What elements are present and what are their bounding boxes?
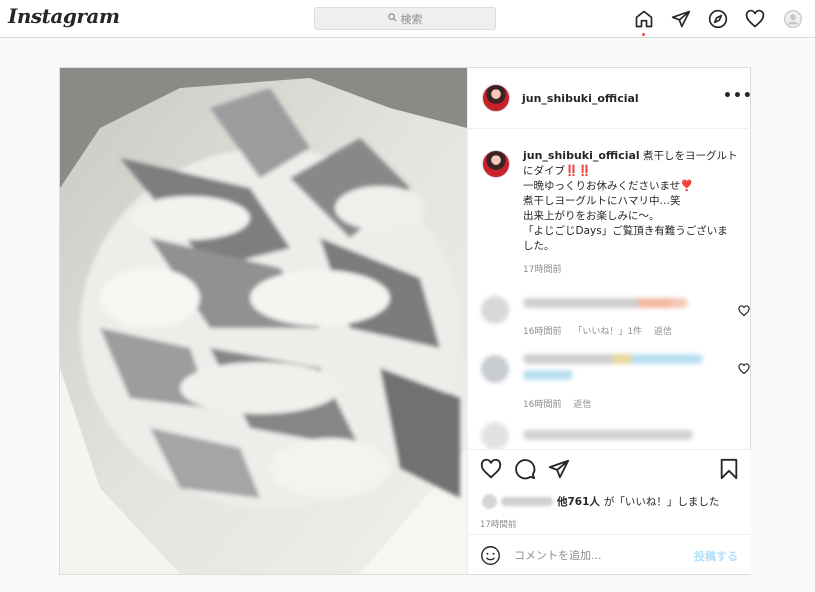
like-icon[interactable] [480, 458, 502, 480]
comment-like-icon[interactable] [738, 363, 750, 375]
comment-input[interactable] [514, 546, 684, 564]
post-photo[interactable] [60, 68, 467, 574]
redacted-comment-text [523, 430, 693, 440]
comment-like-icon[interactable] [738, 305, 750, 317]
home-icon[interactable] [633, 8, 655, 30]
emoji-icon[interactable] [480, 545, 501, 566]
direct-icon[interactable] [670, 8, 692, 30]
top-navigation: Instagram 検索 [0, 0, 815, 38]
caption-line-5: 出来上がりをお楽しみに〜。 [523, 210, 660, 222]
caption-username[interactable]: jun_shibuki_official [523, 149, 640, 162]
search-box[interactable]: 検索 [314, 7, 496, 30]
notification-dot [642, 33, 645, 36]
caption-avatar[interactable] [482, 150, 510, 178]
save-icon[interactable] [718, 458, 740, 480]
comment-time: 16時間前 [523, 400, 562, 410]
commenter-avatar[interactable] [481, 355, 509, 383]
instagram-logo[interactable]: Instagram [8, 4, 120, 28]
caption-line-7: した。 [523, 240, 555, 252]
redacted-comment-text [523, 298, 688, 308]
caption-line-2: にダイブ‼️‼️ [523, 165, 592, 177]
comment-like-count[interactable]: 「いいね！」1件 [573, 327, 642, 337]
liker-avatar[interactable] [482, 494, 497, 509]
commenter-avatar[interactable] [481, 296, 509, 324]
post-card: jun_shibuki_official ••• jun_shibuki_off… [59, 67, 753, 575]
post-caption: jun_shibuki_official 煮干しをヨーグルト にダイブ‼️‼️ … [523, 148, 743, 278]
author-avatar[interactable] [482, 84, 510, 112]
comment-icon[interactable] [514, 458, 536, 480]
likes-summary: 他761人 が「いいね！」しました [482, 494, 719, 509]
share-icon[interactable] [548, 458, 570, 480]
caption-line-6: 「よじごじDays」ご覧頂き有難うございま [523, 225, 728, 237]
redacted-liker-name [501, 497, 553, 506]
redacted-comment-text [523, 370, 573, 380]
post-header: jun_shibuki_official ••• [468, 68, 753, 129]
comment-meta: 16時間前 「いいね！」1件 返信 [523, 324, 681, 337]
caption-time: 17時間前 [523, 265, 562, 275]
more-options-icon[interactable]: ••• [723, 88, 753, 104]
search-placeholder: 検索 [400, 12, 423, 26]
post-sidebar: jun_shibuki_official ••• jun_shibuki_off… [467, 68, 753, 574]
redacted-comment-text [523, 354, 703, 364]
author-username[interactable]: jun_shibuki_official [522, 92, 639, 105]
post-comment-button[interactable]: 投稿する [694, 548, 738, 564]
comment-reply-button[interactable]: 返信 [573, 400, 591, 410]
add-comment-bar: 投稿する [468, 534, 751, 575]
post-actions: 他761人が「いいね！」しました 17時間前 投稿する [468, 449, 751, 574]
caption-line-3: 一晩ゆっくりお休みくださいませ❣️ [523, 180, 694, 192]
search-icon [387, 12, 397, 25]
likes-suffix: が「いいね！」しました [603, 496, 720, 508]
caption-line-1: 煮干しをヨーグルト [643, 150, 738, 162]
commenter-avatar[interactable] [481, 422, 509, 450]
comment-meta: 16時間前 返信 [523, 397, 600, 410]
activity-icon[interactable] [744, 8, 766, 30]
comment-reply-button[interactable]: 返信 [654, 327, 672, 337]
explore-icon[interactable] [707, 8, 729, 30]
post-timestamp: 17時間前 [480, 520, 517, 530]
comment-time: 16時間前 [523, 327, 562, 337]
likes-count[interactable]: 他761人 [557, 494, 600, 509]
profile-icon[interactable] [782, 8, 804, 30]
caption-line-4: 煮干しヨーグルトにハマリ中…笑 [523, 195, 681, 207]
